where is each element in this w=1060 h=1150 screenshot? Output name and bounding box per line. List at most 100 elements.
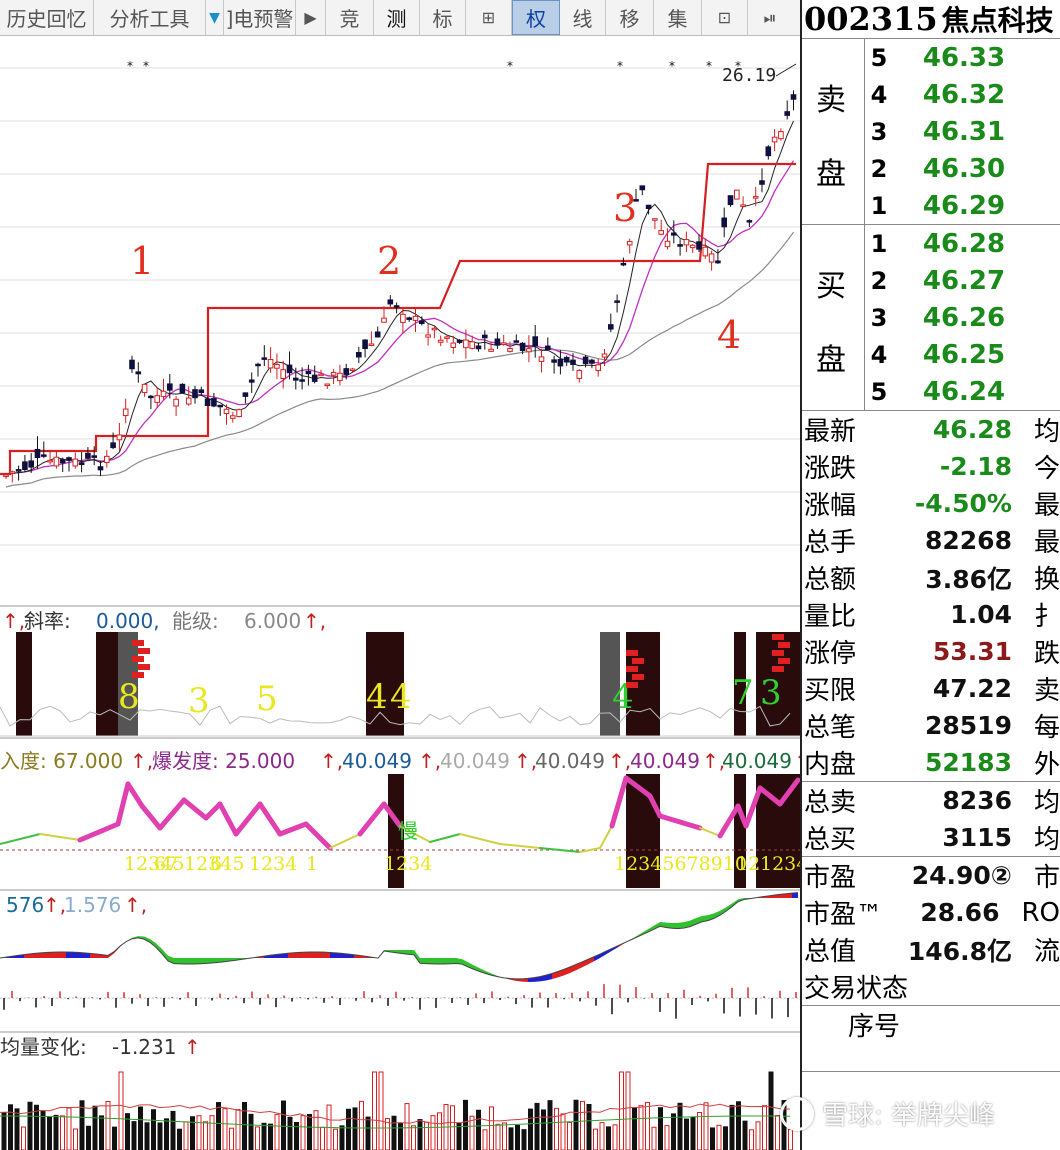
- volume-bar: [508, 1127, 514, 1150]
- candle-body: [708, 253, 715, 263]
- volume-bar: [242, 1102, 247, 1150]
- candle-body: [349, 368, 356, 372]
- candle-body: [53, 456, 60, 467]
- auction-button[interactable]: 竞: [326, 0, 374, 35]
- signal-dot: [778, 642, 790, 648]
- toolbar: 历史回忆 分析工具 ▼ ]电预警 ▶ 竞 测 标 ⊞ 权 线 移 集 ⊡ ⏯: [0, 0, 800, 36]
- stat-label-2: 流: [1033, 937, 1060, 967]
- marker: *: [669, 59, 675, 73]
- strength-line: [357, 801, 387, 837]
- strength-line: [181, 797, 209, 821]
- volume-bar: [658, 1107, 663, 1150]
- dropdown-icon[interactable]: ▼: [206, 0, 224, 35]
- mark-button[interactable]: 标: [420, 0, 466, 35]
- stat-label: 总买: [804, 825, 857, 855]
- macd-band: [54, 952, 60, 958]
- candle-body: [778, 131, 784, 140]
- measure-button[interactable]: 测: [374, 0, 420, 35]
- volume-bar: [554, 1107, 559, 1150]
- volume-bar: [21, 1126, 26, 1150]
- candle-body: [78, 462, 85, 466]
- volume-bar: [398, 1122, 403, 1150]
- buy-row-2[interactable]: 2 46.27: [864, 262, 1060, 299]
- macd-band: [42, 952, 48, 958]
- svg-text:↑,: ↑,: [608, 749, 631, 773]
- sequence-header: 序号: [802, 1005, 1060, 1043]
- window-icon[interactable]: ⊡: [702, 0, 748, 35]
- candle-body: [248, 379, 255, 383]
- move-button[interactable]: 移: [606, 0, 654, 35]
- sell-row-1[interactable]: 1 46.29: [864, 187, 1060, 224]
- volume-bar: [775, 1114, 780, 1150]
- playback-icon[interactable]: ⏯: [748, 0, 792, 35]
- signal-dot: [626, 650, 638, 656]
- sell-row-3[interactable]: 3 46.31: [864, 113, 1060, 150]
- candle-body: [671, 232, 677, 236]
- play-icon[interactable]: ▶: [296, 0, 326, 35]
- grid-icon[interactable]: ⊞: [466, 0, 512, 35]
- volume-bar: [255, 1126, 260, 1150]
- candle-body: [652, 218, 658, 221]
- candle-body: [129, 359, 135, 370]
- stat-label: 内盘: [804, 750, 857, 780]
- svg-text:↑,: ↑,: [130, 749, 153, 773]
- svg-text:1234: 1234: [384, 853, 432, 875]
- volume-bar: [729, 1104, 735, 1150]
- macd-band: [72, 952, 78, 958]
- macd-band: [294, 952, 300, 958]
- macd-band: [300, 952, 306, 958]
- candle-body: [85, 452, 91, 459]
- sell-row-4[interactable]: 4 46.32: [864, 76, 1060, 113]
- sell-row-2[interactable]: 2 46.30: [864, 150, 1060, 187]
- alert-button[interactable]: ]电预警: [224, 0, 296, 35]
- svg-text:↑,: ↑,: [2, 609, 25, 633]
- stat-label-2: 换: [1033, 565, 1060, 595]
- volume-bar: [742, 1120, 748, 1150]
- svg-text:40.049: 40.049: [440, 749, 510, 773]
- candle-body: [362, 339, 368, 350]
- buy-row-4[interactable]: 4 46.25: [864, 336, 1060, 373]
- candle-body: [41, 454, 47, 457]
- candle-body: [746, 220, 753, 223]
- candle-body: [582, 356, 589, 364]
- stat-label: 总笔: [804, 713, 857, 743]
- candle-body: [765, 146, 772, 157]
- buy-label-2: 盘: [816, 343, 846, 378]
- volume-bar: [229, 1127, 234, 1150]
- candle-body: [400, 313, 406, 323]
- volume-bar: [196, 1115, 202, 1150]
- collection-button[interactable]: 集: [654, 0, 702, 35]
- svg-text:1234: 1234: [249, 853, 297, 875]
- candle-body: [387, 299, 394, 305]
- volume-bar: [359, 1100, 364, 1150]
- analysis-tools-button[interactable]: 分析工具: [94, 0, 206, 35]
- stat-label: 买限: [804, 676, 857, 706]
- rights-button[interactable]: 权: [512, 0, 560, 35]
- volume-bar: [560, 1113, 566, 1150]
- candle-body: [154, 395, 160, 403]
- volume-bar: [66, 1107, 72, 1150]
- svg-text:↑,: ↑,: [418, 749, 441, 773]
- svg-text:12: 12: [736, 853, 760, 875]
- volume-bar: [372, 1071, 377, 1150]
- candle-body: [34, 448, 41, 459]
- annotation-4: 4: [717, 313, 741, 357]
- candle-body: [538, 356, 545, 362]
- candle-body: [185, 397, 192, 405]
- sell-row-5[interactable]: 5 46.33: [864, 39, 1060, 76]
- line-button[interactable]: 线: [560, 0, 606, 35]
- volume-bar: [14, 1108, 20, 1150]
- buy-row-1[interactable]: 1 46.28: [864, 225, 1060, 262]
- stat-row: 总卖 8236 均: [802, 782, 1060, 819]
- volume-bar: [365, 1116, 371, 1150]
- stat-label-2: 均: [1033, 788, 1060, 818]
- candle-body: [15, 469, 22, 472]
- volume-bar: [573, 1099, 579, 1150]
- history-recall-button[interactable]: 历史回忆: [0, 0, 94, 35]
- buy-row-5[interactable]: 5 46.24: [864, 373, 1060, 410]
- strength-line: [115, 781, 131, 827]
- volume-bar: [248, 1113, 254, 1150]
- indicator-2-signal: 慢: [398, 819, 418, 843]
- chart-area[interactable]: * * * * * * * 26.19 1 2 3 4 ↑, 斜率: 0.000, 能级: …: [0, 36, 800, 1150]
- buy-row-3[interactable]: 3 46.26: [864, 299, 1060, 336]
